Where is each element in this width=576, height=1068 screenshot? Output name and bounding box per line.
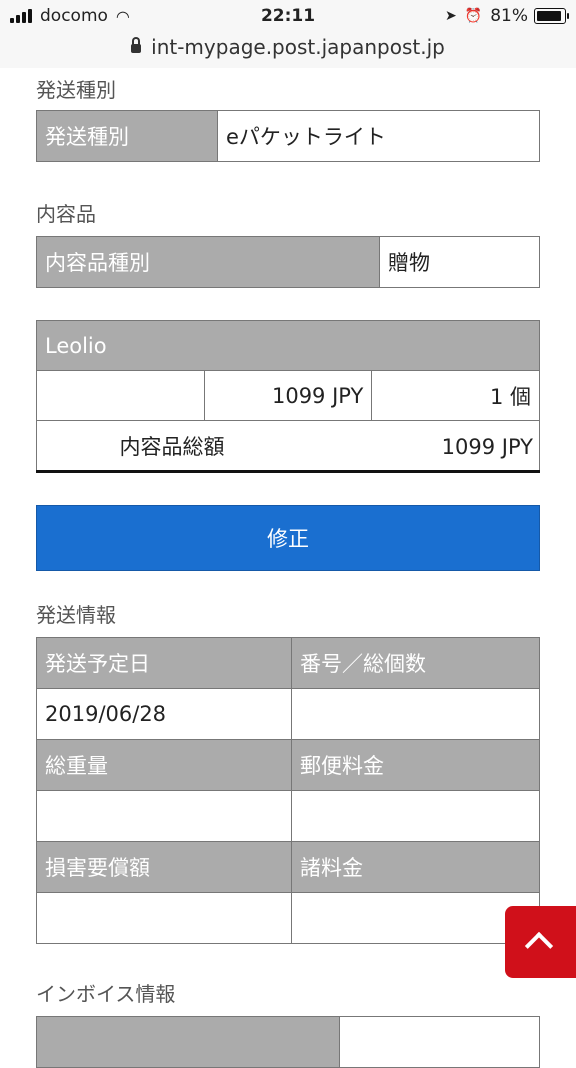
item-price: 1099 JPY (203, 370, 373, 421)
ship-date-value: 2019/06/28 (36, 688, 292, 740)
alarm-icon: ⏰ (464, 8, 483, 24)
fees-label: 諸料金 (291, 841, 540, 893)
compensation-value (36, 892, 292, 944)
url-bar[interactable]: int-mypage.post.japanpost.jp (0, 34, 576, 68)
invoice-heading: インボイス情報 (36, 982, 176, 1006)
item-table: Leolio 1099 JPY 1 個 内容品総額 1099 JPY (36, 320, 540, 473)
shipping-type-table: 発送種別 eパケットライト (36, 110, 540, 162)
url-text: int-mypage.post.japanpost.jp (151, 35, 445, 59)
battery-icon (534, 8, 569, 24)
status-right: ➤ ⏰ 81% (445, 6, 569, 26)
total-value: 1099 JPY (441, 434, 533, 459)
ship-date-label: 発送予定日 (36, 637, 292, 689)
shipping-type-value: eパケットライト (217, 110, 540, 162)
contents-type-label: 内容品種別 (36, 236, 380, 288)
ship-number-value (291, 688, 540, 740)
weight-label: 総重量 (36, 739, 292, 791)
location-icon: ➤ (445, 8, 457, 24)
postage-value (291, 790, 540, 842)
shipping-type-label: 発送種別 (36, 110, 218, 162)
status-bar: docomo ◠ 22:11 ➤ ⏰ 81% (0, 0, 576, 34)
ship-number-label: 番号／総個数 (291, 637, 540, 689)
scroll-to-top-button[interactable] (505, 906, 576, 978)
postage-label: 郵便料金 (291, 739, 540, 791)
shipping-info-heading: 発送情報 (36, 603, 116, 627)
battery-percent: 81% (490, 6, 528, 26)
invoice-value (339, 1016, 540, 1068)
weight-value (36, 790, 292, 842)
total-label: 内容品総額 (119, 434, 225, 459)
lock-icon (131, 37, 142, 53)
contents-type-table: 内容品種別 贈物 (36, 236, 540, 288)
edit-button[interactable]: 修正 (36, 505, 540, 571)
contents-type-value: 贈物 (379, 236, 540, 288)
shipping-info-table: 発送予定日 番号／総個数 2019/06/28 総重量 郵便料金 損害要償額 諸… (36, 637, 540, 944)
invoice-label (36, 1016, 340, 1068)
item-name: Leolio (36, 320, 540, 371)
item-quantity: 1 個 (371, 370, 540, 421)
page-content: 発送種別 発送種別 eパケットライト 内容品 内容品種別 贈物 Leolio 1… (36, 68, 540, 1068)
contents-heading: 内容品 (36, 202, 96, 226)
fees-value (291, 892, 540, 944)
total-row: 内容品総額 1099 JPY (36, 420, 540, 472)
chevron-up-icon (524, 931, 554, 961)
item-description (36, 370, 205, 421)
shipping-type-heading: 発送種別 (36, 78, 116, 102)
compensation-label: 損害要償額 (36, 841, 292, 893)
